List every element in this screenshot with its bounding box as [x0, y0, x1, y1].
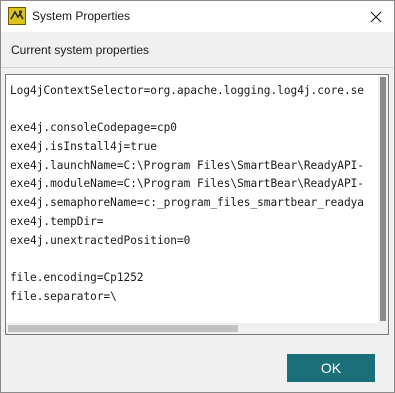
vertical-scroll-thumb[interactable] [380, 77, 386, 321]
close-icon [370, 11, 382, 22]
header-band: Current system properties [1, 32, 394, 67]
property-line: exe4j.semaphoreName=c:_program_files_sma… [10, 196, 364, 210]
horizontal-scrollbar[interactable] [6, 323, 378, 334]
properties-lines[interactable]: Log4jContextSelector=org.apache.logging.… [6, 75, 378, 323]
ok-button[interactable]: OK [287, 354, 375, 382]
header-divider [1, 67, 394, 68]
scrollbar-corner [378, 323, 388, 334]
system-properties-dialog: System Properties Current system propert… [0, 0, 395, 393]
property-line: exe4j.moduleName=C:\Program Files\SmartB… [10, 177, 364, 191]
property-line: file.separator=\ [10, 289, 117, 303]
close-button[interactable] [358, 1, 394, 32]
title-bar: System Properties [1, 1, 394, 32]
property-line: exe4j.tempDir= [10, 214, 104, 228]
property-line: exe4j.isInstall4j=true [10, 140, 157, 154]
horizontal-scroll-thumb[interactable] [8, 325, 238, 332]
property-line: exe4j.consoleCodepage=cp0 [10, 121, 177, 135]
dialog-subtitle: Current system properties [11, 43, 150, 57]
vertical-scrollbar[interactable] [378, 75, 388, 323]
property-line: Log4jContextSelector=org.apache.logging.… [10, 84, 364, 97]
properties-text-area[interactable]: Log4jContextSelector=org.apache.logging.… [5, 74, 389, 335]
property-line: file.encoding=Cp1252 [10, 270, 144, 284]
property-line: exe4j.unextractedPosition=0 [10, 233, 191, 247]
window-title: System Properties [32, 9, 131, 23]
property-line: exe4j.launchName=C:\Program Files\SmartB… [10, 158, 364, 172]
smartbear-icon [8, 7, 26, 25]
